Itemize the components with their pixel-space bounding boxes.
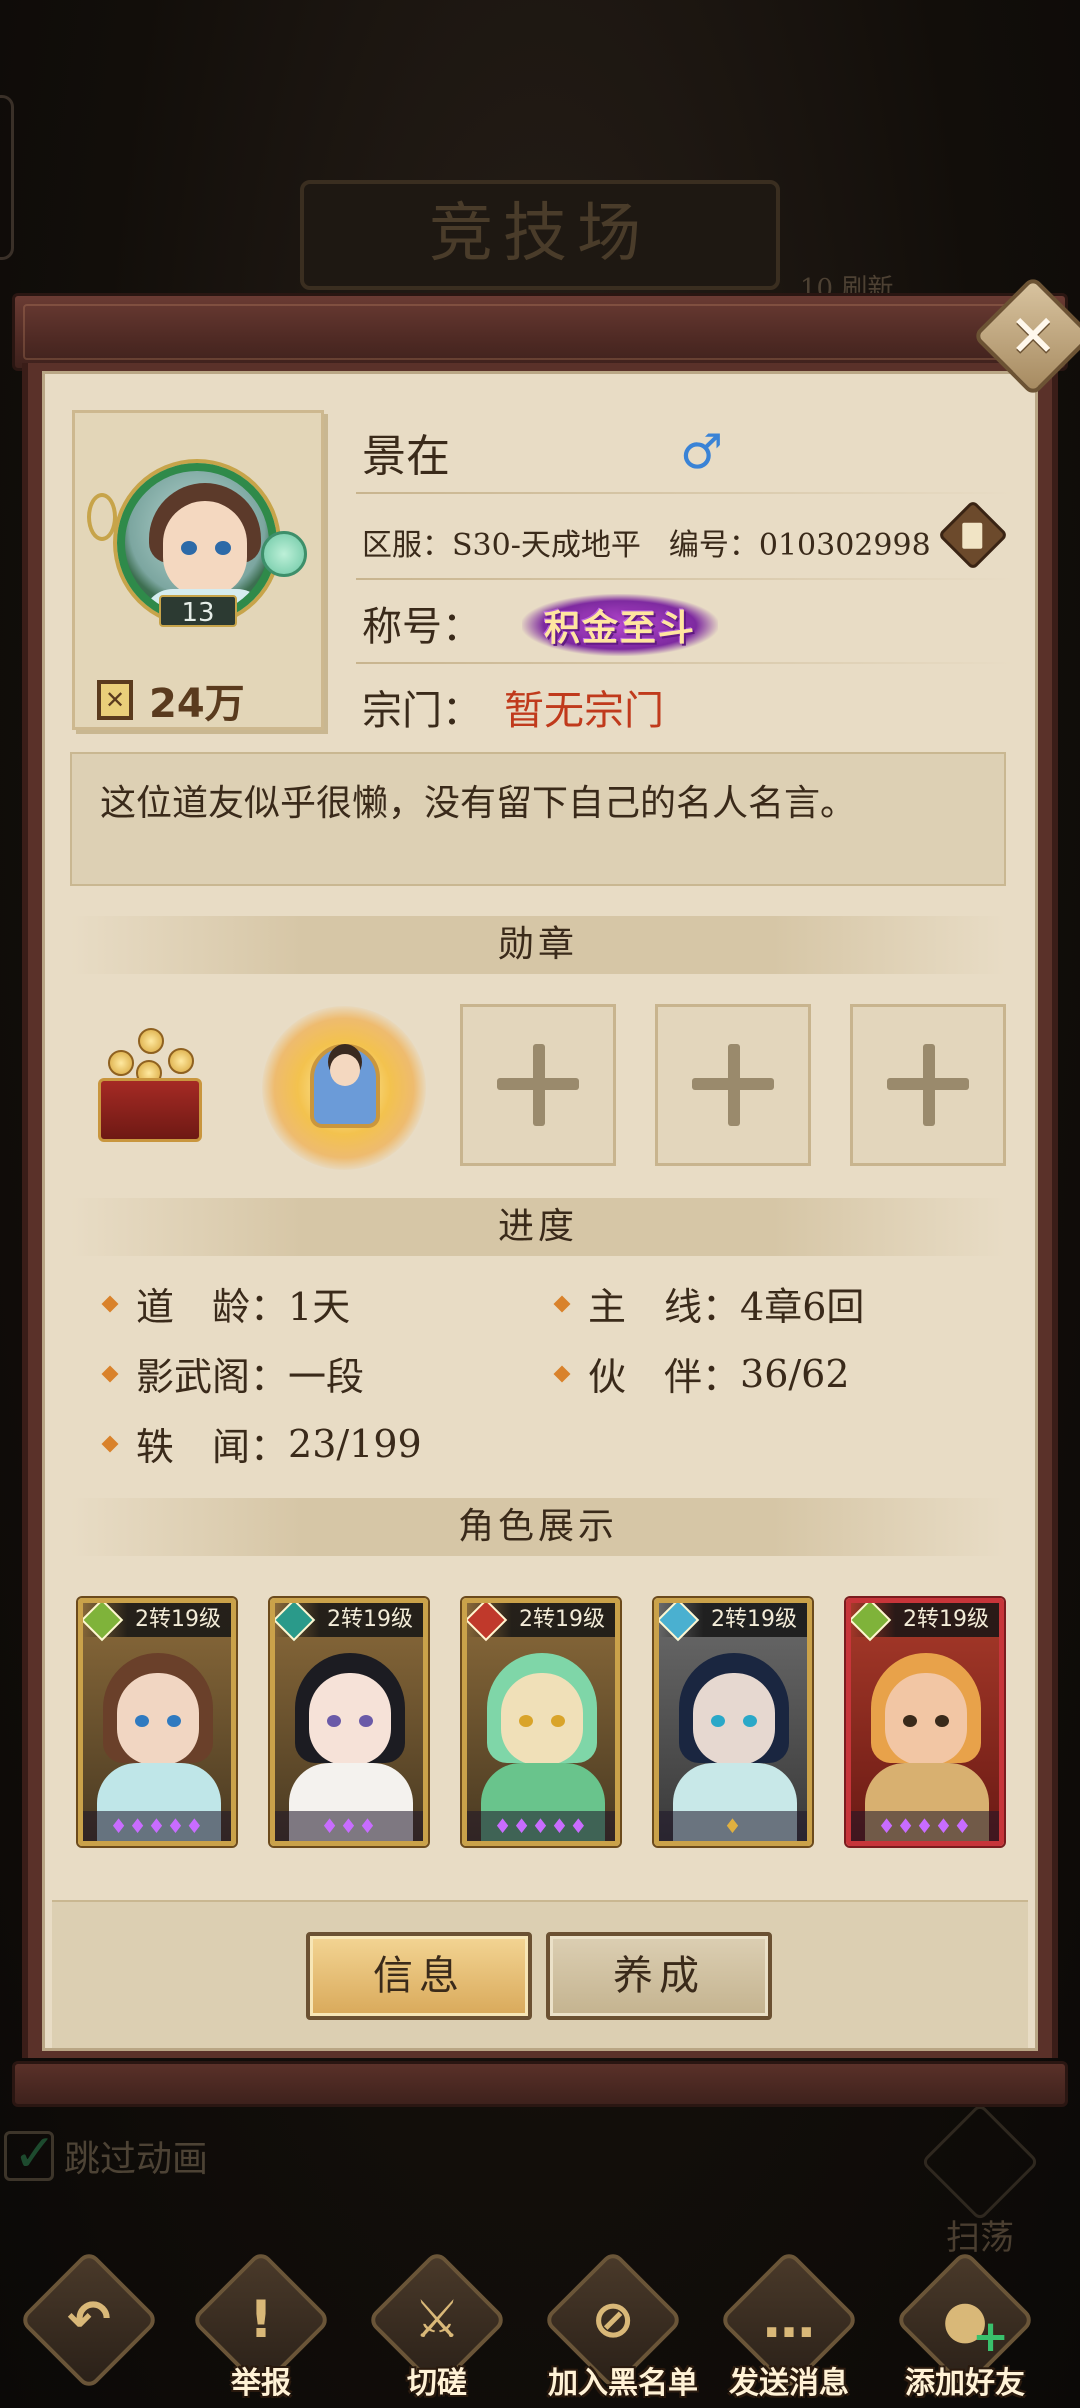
progress-heading: 进度 xyxy=(70,1198,1006,1256)
stat-anecdotes: 轶 闻： 23/199 xyxy=(101,1416,422,1471)
character-stars: ♦♦♦♦♦ xyxy=(851,1811,999,1841)
character-stars: ♦♦♦♦♦ xyxy=(467,1811,615,1841)
background-arena-title: 竞技场 xyxy=(300,180,780,290)
server-label: 区服： xyxy=(362,528,452,563)
divider xyxy=(356,492,1016,494)
sect-label: 宗门： xyxy=(362,688,482,734)
character-card[interactable]: 2转19级 ♦♦♦♦♦ xyxy=(846,1598,1004,1846)
treasure-chest-medal-icon[interactable] xyxy=(88,1026,216,1150)
action-bar xyxy=(52,1900,1028,2048)
spar-button[interactable]: ⚔ 切磋 xyxy=(366,2249,508,2402)
sweep-label: 扫荡 xyxy=(946,2218,1014,2258)
bullet-icon xyxy=(101,1365,119,1382)
character-card[interactable]: 2转19级 ♦ xyxy=(654,1598,812,1846)
characters-heading: 角色展示 xyxy=(70,1498,1006,1556)
avatar-card[interactable]: 13 ✕ 24万 xyxy=(72,410,324,730)
stat-partners: 伙 伴： 36/62 xyxy=(553,1346,850,1401)
sweep-icon xyxy=(920,2102,1040,2222)
combat-power-value: 24万 xyxy=(149,681,245,727)
avatar-level-badge: 13 xyxy=(159,595,237,628)
title-badge[interactable]: 积金至斗 xyxy=(522,594,718,656)
bullet-icon xyxy=(101,1295,119,1312)
add-friend-button[interactable]: ● 添加好友 xyxy=(894,2249,1036,2402)
info-button[interactable]: 信息 xyxy=(306,1932,532,2020)
motto-box: 这位道友似乎很懒，没有留下自己的名人名言。 xyxy=(70,752,1006,886)
server-id-row: 区服：S30-天成地平 编号：010302998 xyxy=(362,520,931,564)
modal-header xyxy=(12,293,1068,371)
combat-power-icon: ✕ xyxy=(97,680,133,720)
combat-power: ✕ 24万 xyxy=(97,671,245,729)
player-id-label: 编号： xyxy=(668,528,759,563)
golden-medal-icon[interactable] xyxy=(262,1006,426,1170)
report-button[interactable]: ! 举报 xyxy=(190,2249,332,2402)
character-card[interactable]: 2转19级 ♦♦♦♦♦ xyxy=(462,1598,620,1846)
empty-medal-slot[interactable] xyxy=(460,1004,616,1166)
character-stars: ♦ xyxy=(659,1811,807,1841)
blacklist-button[interactable]: ⊘ 加入黑名单 xyxy=(542,2249,698,2402)
develop-button[interactable]: 养成 xyxy=(546,1932,772,2020)
skip-animation-toggle[interactable]: 跳过动画 xyxy=(4,2124,209,2184)
title-label: 称号： xyxy=(362,604,482,650)
close-icon: ✕ xyxy=(1008,301,1058,370)
jade-gem-icon xyxy=(261,531,307,577)
title-badge-text: 积金至斗 xyxy=(543,607,696,649)
character-stars: ♦♦♦♦♦ xyxy=(83,1811,231,1841)
send-message-button[interactable]: … 发送消息 xyxy=(718,2249,860,2402)
character-card[interactable]: 2转19级 ♦♦♦ xyxy=(270,1598,428,1846)
back-button[interactable]: ↶ xyxy=(18,2249,160,2391)
sect-value: 暂无宗门 xyxy=(504,688,664,734)
skip-animation-label: 跳过动画 xyxy=(64,2139,209,2180)
male-gender-icon: ♂ xyxy=(680,424,724,480)
checkbox-icon[interactable] xyxy=(4,2124,57,2184)
stat-shadow-pavilion: 影武阁： 一段 xyxy=(101,1346,364,1401)
motto-text: 这位道友似乎很懒，没有留下自己的名人名言。 xyxy=(100,783,857,824)
divider xyxy=(356,662,1016,664)
character-stars: ♦♦♦ xyxy=(275,1811,423,1841)
plus-icon xyxy=(497,1044,579,1126)
copy-icon xyxy=(962,522,983,549)
plus-icon xyxy=(692,1044,774,1126)
background-side-tab xyxy=(0,95,14,260)
bullet-icon xyxy=(553,1365,571,1382)
modal-footer xyxy=(12,2061,1068,2107)
stat-dao-age: 道 龄： 1天 xyxy=(101,1276,350,1331)
sweep-button[interactable]: 扫荡 xyxy=(920,2102,1040,2258)
empty-medal-slot[interactable] xyxy=(850,1004,1006,1166)
bullet-icon xyxy=(553,1295,571,1312)
medals-heading: 勋章 xyxy=(70,916,1006,974)
character-card[interactable]: 2转19级 ♦♦♦♦♦ xyxy=(78,1598,236,1846)
bullet-icon xyxy=(101,1435,119,1452)
player-id-value: 010302998 xyxy=(758,528,931,563)
divider xyxy=(356,578,1016,580)
stat-main-story: 主 线： 4章6回 xyxy=(553,1276,864,1331)
avatar-frame-ornament-icon xyxy=(87,493,117,541)
server-value: S30-天成地平 xyxy=(452,528,641,563)
plus-icon xyxy=(887,1044,969,1126)
empty-medal-slot[interactable] xyxy=(655,1004,811,1166)
player-name: 景在 xyxy=(362,431,450,482)
